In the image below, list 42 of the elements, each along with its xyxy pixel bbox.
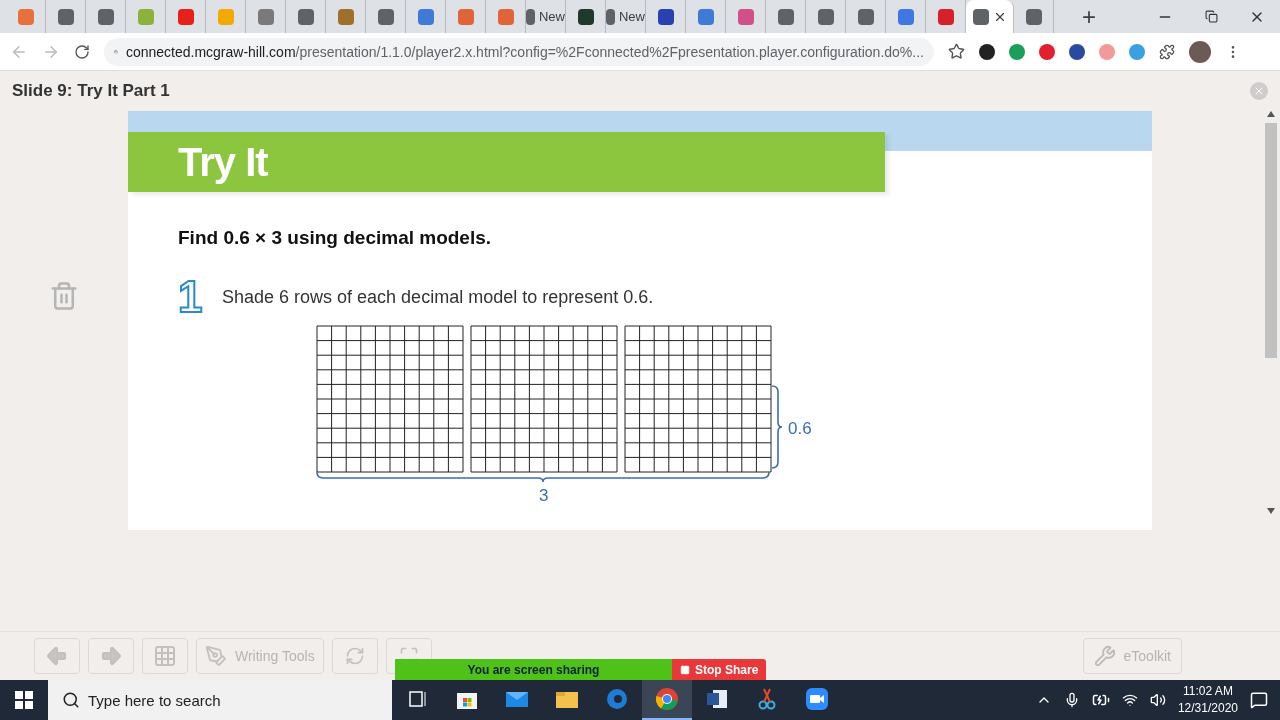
bookmark-star-icon[interactable] xyxy=(948,43,965,60)
stop-share-button[interactable]: Stop Share xyxy=(672,659,767,680)
arrow-left-icon xyxy=(45,644,69,668)
browser-icon[interactable] xyxy=(605,687,629,711)
notifications-icon[interactable] xyxy=(1250,691,1268,709)
screen-sharing-toast: You are screen sharing xyxy=(395,659,672,680)
scroll-up-icon[interactable] xyxy=(1267,111,1275,117)
folder-icon[interactable] xyxy=(555,689,579,709)
document-icon[interactable] xyxy=(705,687,729,711)
step-number: 1 xyxy=(178,271,204,323)
taskbar-search-field[interactable]: Type here to search xyxy=(48,680,392,720)
search-icon xyxy=(62,691,80,709)
volume-icon[interactable] xyxy=(1149,692,1166,708)
grid-icon xyxy=(153,644,177,668)
new-tab-button[interactable]: + xyxy=(1082,2,1096,31)
stop-icon xyxy=(680,664,690,675)
browser-icon[interactable] xyxy=(655,687,679,711)
refresh-icon xyxy=(344,646,365,666)
restore-icon[interactable] xyxy=(1204,10,1218,23)
mail-icon[interactable] xyxy=(505,689,529,709)
slide-title: Slide 9: Try It Part 1 xyxy=(12,81,170,101)
arrow-right-icon xyxy=(99,644,123,668)
extension-icon[interactable] xyxy=(1069,43,1085,60)
address-bar[interactable]: connected.mcgraw-hill.com/presentation/1.1.0/player2.x.html?config=%2Fconnected%2Fpresentation.player.configuration.do%... xyxy=(104,37,934,66)
scroll-down-icon[interactable] xyxy=(1267,508,1275,514)
pen-icon xyxy=(205,645,227,667)
windows-logo-icon[interactable] xyxy=(15,691,33,709)
wifi-icon[interactable] xyxy=(1121,692,1138,708)
clock[interactable]: 11:02 AM 12/31/2020 xyxy=(1177,683,1238,717)
tools-icon xyxy=(1093,645,1116,667)
height-label: 0.6 xyxy=(788,419,812,438)
extension-icon[interactable] xyxy=(979,43,995,60)
step-instruction: Shade 6 rows of each decimal model to represent 0.6. xyxy=(222,286,654,308)
width-label: 3 xyxy=(539,486,549,505)
reload-icon[interactable] xyxy=(74,43,90,60)
browser-tab[interactable] xyxy=(966,0,1014,33)
prompt-text: Find 0.6 × 3 using decimal models. xyxy=(178,227,493,249)
extensions-icon[interactable] xyxy=(1159,43,1175,60)
video-camera-icon[interactable] xyxy=(805,687,829,711)
task-view-icon[interactable] xyxy=(407,690,427,708)
banner-title: Try It xyxy=(178,139,268,185)
profile-avatar[interactable] xyxy=(1189,40,1211,63)
